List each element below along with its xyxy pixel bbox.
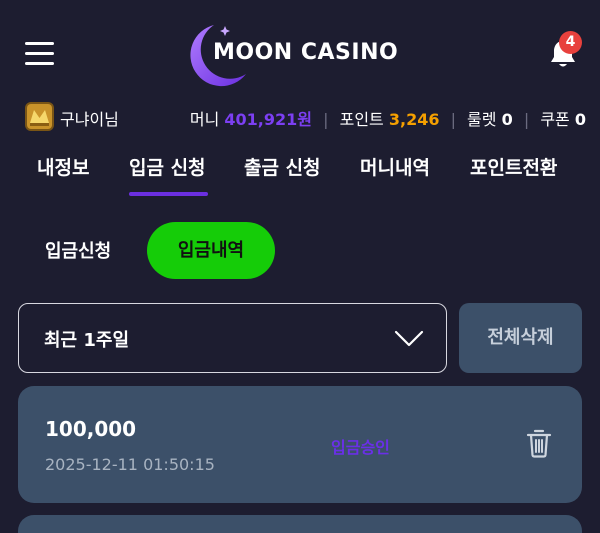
status-badge: 입금승인 [331,438,390,457]
coupon-label: 쿠폰 [540,110,570,129]
subtab-deposit-history[interactable]: 입금내역 [147,222,275,279]
point-value: 3,246 [388,110,440,129]
divider: | [450,110,456,129]
chevron-down-icon [394,330,424,347]
app-header: MOON CASINO 4 [0,0,600,100]
subtab-deposit-request[interactable]: 입금신청 [45,237,111,263]
main-tabs: 내정보 입금 신청 출금 신청 머니내역 포인트전환 [0,150,600,200]
notification-badge: 4 [559,31,582,54]
tab-deposit-request[interactable]: 입금 신청 [129,153,206,180]
hamburger-menu-icon[interactable] [25,42,54,66]
balance-stats: 머니 401,921원 | 포인트 3,246 | 룰렛 0 | 쿠폰 0 [190,106,586,130]
username: 구냐이님 [60,110,119,129]
moon-casino-logo[interactable]: MOON CASINO [184,22,419,88]
deposit-amount: 100,000 [45,417,137,441]
delete-all-button[interactable]: 전체삭제 [459,303,582,373]
avatar [25,102,54,131]
divider: | [523,110,530,129]
deposit-date: 2025-12-11 01:50:15 [45,455,215,474]
deposit-subtabs: 입금신청 입금내역 [0,220,600,280]
tab-money-history[interactable]: 머니내역 [360,153,430,180]
tab-point-conversion[interactable]: 포인트전환 [470,153,557,180]
logo-text: MOON CASINO [213,40,399,65]
divider: | [323,110,329,129]
active-tab-indicator [129,192,208,196]
list-item [18,515,582,533]
money-value: 401,921원 [224,110,313,129]
period-filter-value: 최근 1주일 [44,330,130,351]
roulette-label: 룰렛 [467,110,497,129]
period-filter-select[interactable]: 최근 1주일 [18,303,447,373]
money-label: 머니 [189,110,220,129]
list-item: 100,000 2025-12-11 01:50:15 입금승인 [18,386,582,503]
tab-withdraw-request[interactable]: 출금 신청 [244,153,321,180]
trash-icon[interactable] [526,428,552,458]
roulette-value: 0 [501,110,513,129]
point-label: 포인트 [339,110,384,129]
tab-my-info[interactable]: 내정보 [37,153,89,180]
coupon-value: 0 [574,110,586,129]
user-info-bar: 구냐이님 머니 401,921원 | 포인트 3,246 | 룰렛 0 | 쿠폰… [0,100,600,134]
